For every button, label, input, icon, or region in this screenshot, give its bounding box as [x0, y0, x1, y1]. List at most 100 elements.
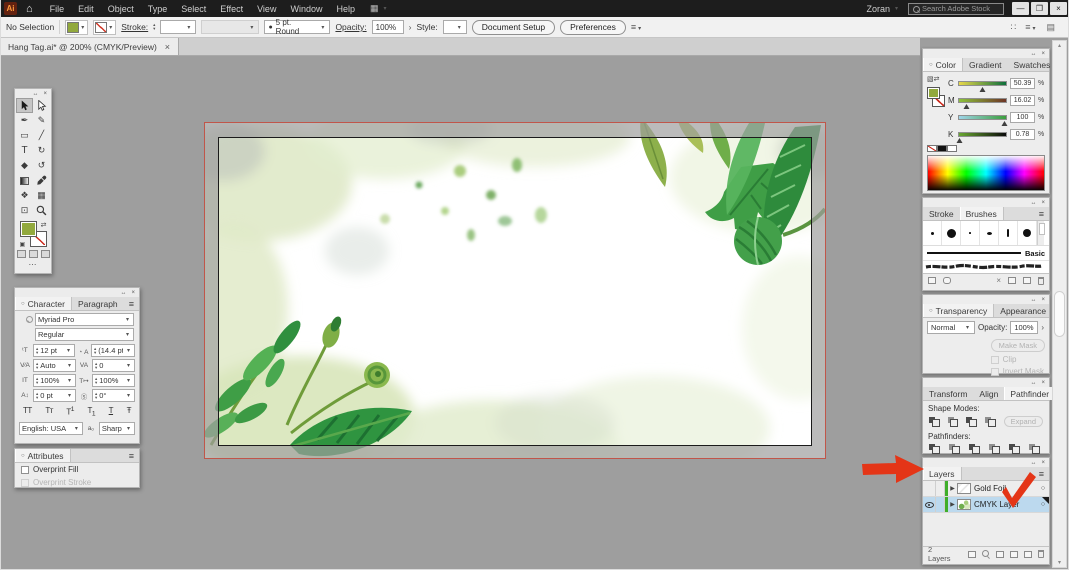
tab-transparency[interactable]: ○ Transparency	[923, 304, 995, 317]
tab-gradient[interactable]: Gradient	[963, 58, 1008, 71]
overprint-fill-checkbox[interactable]	[21, 465, 29, 474]
brush-libraries-icon[interactable]	[928, 277, 936, 284]
libraries-panel-icon[interactable]	[943, 277, 951, 284]
document-setup-button[interactable]: Document Setup	[471, 19, 556, 35]
lock-toggle[interactable]	[936, 497, 945, 512]
edit-toolbar-icon[interactable]: ⋯	[15, 260, 51, 269]
tab-pathfinder[interactable]: Pathfinder	[1004, 387, 1057, 400]
menu-object[interactable]: Object	[101, 4, 141, 14]
gradient-tool[interactable]	[16, 173, 33, 188]
tab-brushes[interactable]: Brushes	[959, 207, 1004, 220]
opacity-value-field[interactable]: 100%	[371, 20, 404, 34]
panel-menu-icon[interactable]: ▤	[1046, 22, 1055, 33]
minimize-button[interactable]: —	[1012, 2, 1029, 15]
strikethrough-button[interactable]: Ŧ	[127, 406, 132, 418]
preferences-button[interactable]: Preferences	[560, 19, 626, 35]
black-slider[interactable]	[956, 132, 1007, 143]
symbol-sprayer-tool[interactable]: ❖	[16, 188, 33, 203]
illustrator-app-icon[interactable]: Ai	[4, 2, 17, 15]
leading-field[interactable]: ▴▾(14.4 pt)▾	[91, 344, 135, 357]
kerning-field[interactable]: ▴ ▾ Auto ▾	[33, 359, 76, 372]
new-layer-icon[interactable]	[1024, 550, 1033, 558]
fill-stroke-control[interactable]: ⇄ ▣	[19, 221, 47, 248]
line-segment-tool[interactable]: ╱	[33, 128, 50, 143]
panel-collapse-icon[interactable]: ↔	[120, 290, 126, 296]
brush-options-icon[interactable]	[1008, 277, 1016, 284]
brush-item[interactable]	[942, 221, 961, 245]
scrollbar-thumb[interactable]	[1054, 291, 1065, 337]
new-sublayer-icon[interactable]	[1010, 550, 1019, 558]
panel-close-icon[interactable]: ×	[1041, 297, 1045, 303]
tab-character[interactable]: ○ Character	[15, 297, 72, 310]
artboard[interactable]	[168, 107, 860, 496]
small-caps-button[interactable]: Tт	[45, 406, 53, 418]
tracking-field[interactable]: ▴ ▾ 0 ▾	[92, 359, 135, 372]
panel-collapse-icon[interactable]: ↔	[1030, 380, 1036, 386]
rectangle-tool[interactable]: ▭	[16, 128, 33, 143]
scroll-up-icon[interactable]: ▴	[1053, 42, 1066, 49]
fill-color-swatch[interactable]	[19, 221, 37, 237]
new-brush-icon[interactable]	[1023, 277, 1031, 284]
dock-collapse-icon[interactable]: ≡ ▾	[1025, 22, 1037, 32]
close-button[interactable]: ×	[1050, 2, 1067, 15]
panel-collapse-icon[interactable]: ↔	[32, 91, 38, 97]
swap-fill-stroke-icon[interactable]: ▧⇄	[927, 75, 939, 83]
brush-item[interactable]	[961, 221, 980, 245]
subscript-button[interactable]: T1	[88, 406, 96, 418]
menu-view[interactable]: View	[250, 4, 283, 14]
curvature-tool[interactable]: ✎	[33, 113, 50, 128]
brushes-scrollbar[interactable]	[1037, 221, 1045, 245]
selection-tool[interactable]	[16, 98, 33, 113]
remove-brush-stroke-icon[interactable]: ×	[996, 276, 1001, 285]
panel-collapse-icon[interactable]: ↔	[1030, 460, 1036, 466]
panel-close-icon[interactable]: ×	[1041, 460, 1045, 466]
superscript-button[interactable]: T1	[66, 406, 74, 418]
delete-layer-icon[interactable]	[1038, 550, 1044, 558]
swap-fill-stroke-icon[interactable]: ⇄	[41, 221, 47, 229]
make-clipping-mask-icon[interactable]	[996, 550, 1005, 558]
lock-toggle[interactable]	[936, 481, 945, 496]
search-adobe-stock-input[interactable]: Search Adobe Stock	[908, 2, 1004, 15]
layer-target-icon[interactable]: ○	[1037, 485, 1049, 492]
panel-menu-icon[interactable]: ≡	[1034, 207, 1049, 220]
vertical-scale-field[interactable]: ▴ ▾ 100% ▾	[33, 374, 76, 387]
tab-align[interactable]: Align	[973, 387, 1004, 400]
panel-collapse-icon[interactable]: ↔	[1030, 297, 1036, 303]
expand-layer-icon[interactable]: ▶	[948, 485, 957, 492]
language-dropdown[interactable]: English: USA ▾	[19, 421, 83, 435]
delete-brush-icon[interactable]	[1038, 276, 1044, 285]
shape-builder-tool[interactable]: ⊡	[16, 203, 33, 218]
stroke-panel-link[interactable]: Stroke:	[121, 22, 148, 32]
brush-definition-dropdown[interactable]: ● 5 pt. Round ▾	[264, 18, 331, 36]
align-options-icon[interactable]: ≡ ▾	[631, 22, 643, 32]
stroke-weight-stepper[interactable]: ▴ ▾	[153, 22, 155, 31]
black-value-field[interactable]: 0.78	[1010, 129, 1035, 140]
eraser-tool[interactable]: ◆	[16, 158, 33, 173]
workspace-switcher-icon[interactable]: ▦ ▾	[370, 3, 389, 14]
font-size-field[interactable]: ▴ ▾ 12 pt ▾	[33, 344, 75, 357]
scroll-down-icon[interactable]: ▾	[1053, 559, 1066, 566]
document-arrange-icon[interactable]: ∷	[1010, 22, 1016, 33]
unite-button[interactable]	[929, 416, 940, 427]
magenta-slider[interactable]	[958, 98, 1007, 109]
tab-appearance[interactable]: Appearance	[994, 304, 1052, 317]
tab-swatches[interactable]: Swatches	[1008, 58, 1057, 71]
draw-behind-mode-button[interactable]	[28, 250, 38, 258]
none-swatch[interactable]	[927, 145, 937, 152]
style-dropdown[interactable]: ▾	[442, 20, 467, 34]
rotate-tool[interactable]: ↻	[33, 143, 50, 158]
panel-close-icon[interactable]: ×	[43, 91, 47, 97]
visibility-toggle[interactable]	[923, 497, 936, 512]
reflect-tool[interactable]: ↺	[33, 158, 50, 173]
pen-tool[interactable]: ✒	[16, 113, 33, 128]
tab-paragraph[interactable]: Paragraph	[72, 297, 124, 310]
panel-menu-icon[interactable]: ≡	[124, 449, 139, 462]
zoom-tool[interactable]	[33, 203, 50, 218]
panel-menu-icon[interactable]: ≡	[124, 297, 139, 310]
minus-front-button[interactable]	[947, 416, 959, 427]
menu-window[interactable]: Window	[283, 4, 329, 14]
menu-effect[interactable]: Effect	[213, 4, 250, 14]
brush-item[interactable]	[923, 221, 942, 245]
opacity-more-icon[interactable]: ›	[1041, 323, 1044, 332]
brush-item[interactable]	[980, 221, 999, 245]
